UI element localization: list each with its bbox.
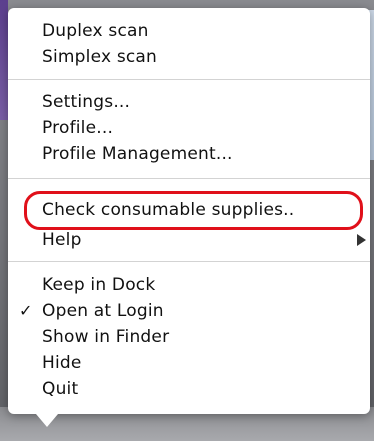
menu-item-label: Quit — [42, 379, 79, 399]
menu-item-help[interactable]: Help — [8, 228, 370, 252]
menu-item-label: Open at Login — [42, 301, 164, 321]
highlight-annotation — [24, 191, 363, 230]
menu-item-quit[interactable]: Quit — [8, 377, 370, 401]
menu-item-label: Profile... — [42, 118, 114, 138]
dock-context-menu: Duplex scan Simplex scan Settings... Pro… — [8, 8, 370, 427]
menu-pointer — [36, 414, 58, 427]
menu-separator — [8, 178, 370, 179]
background-window-edge — [0, 0, 8, 120]
menu-item-label: Settings... — [42, 92, 131, 112]
menu-item-hide[interactable]: Hide — [8, 351, 370, 375]
menu-item-open-at-login[interactable]: ✓ Open at Login — [8, 299, 370, 323]
menu-item-label: Show in Finder — [42, 327, 170, 347]
menu-item-label: Simplex scan — [42, 47, 158, 67]
menu-separator — [8, 261, 370, 262]
checkmark-icon: ✓ — [19, 301, 33, 320]
menu-item-label: Help — [42, 230, 82, 250]
menu-item-label: Duplex scan — [42, 21, 149, 41]
menu-item-keep-in-dock[interactable]: Keep in Dock — [8, 273, 370, 297]
menu-item-settings[interactable]: Settings... — [8, 90, 370, 114]
menu-item-show-in-finder[interactable]: Show in Finder — [8, 325, 370, 349]
menu-item-label: Keep in Dock — [42, 275, 156, 295]
menu-item-simplex-scan[interactable]: Simplex scan — [8, 45, 370, 69]
menu-item-profile[interactable]: Profile... — [8, 116, 370, 140]
menu-item-label: Hide — [42, 353, 82, 373]
menu-item-duplex-scan[interactable]: Duplex scan — [8, 19, 370, 43]
submenu-arrow-icon — [357, 234, 366, 246]
menu-item-label: Profile Management... — [42, 144, 233, 164]
menu-separator — [8, 79, 370, 80]
menu-item-profile-management[interactable]: Profile Management... — [8, 142, 370, 166]
